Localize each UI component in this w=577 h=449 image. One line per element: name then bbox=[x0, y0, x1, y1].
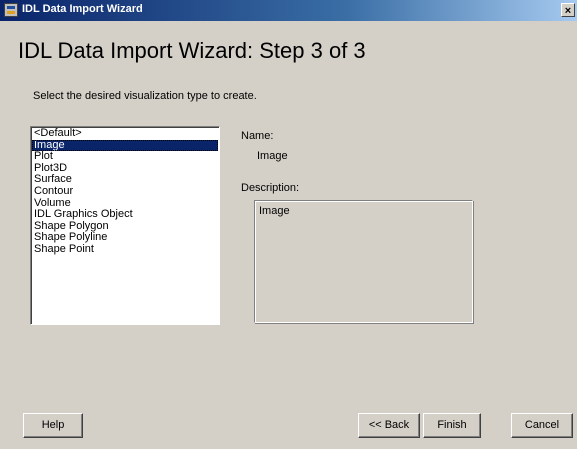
instruction-text: Select the desired visualization type to… bbox=[33, 90, 257, 102]
list-item[interactable]: <Default> bbox=[32, 127, 218, 140]
list-item[interactable]: Shape Point bbox=[32, 243, 218, 256]
app-icon bbox=[4, 3, 18, 17]
list-item[interactable]: IDL Graphics Object bbox=[32, 209, 218, 221]
description-value: Image bbox=[259, 205, 290, 217]
finish-button[interactable]: Finish bbox=[423, 413, 481, 438]
name-label: Name: bbox=[241, 130, 274, 142]
description-label: Description: bbox=[241, 182, 300, 194]
back-button[interactable]: << Back bbox=[358, 413, 420, 438]
description-box: Image bbox=[254, 200, 473, 323]
page-title: IDL Data Import Wizard: Step 3 of 3 bbox=[18, 38, 366, 63]
visualization-type-list[interactable]: <Default> Image Plot Plot3D Surface Contour Vo… bbox=[30, 126, 220, 325]
close-icon[interactable]: × bbox=[561, 3, 575, 17]
cancel-button[interactable]: Cancel bbox=[511, 413, 573, 438]
title-bar[interactable]: IDL Data Import Wizard × bbox=[0, 0, 577, 21]
list-item[interactable]: Contour bbox=[32, 185, 218, 198]
window-title: IDL Data Import Wizard bbox=[22, 3, 143, 15]
name-value: Image bbox=[257, 150, 288, 162]
help-button[interactable]: Help bbox=[23, 413, 83, 438]
list-item[interactable]: Image bbox=[32, 139, 218, 152]
